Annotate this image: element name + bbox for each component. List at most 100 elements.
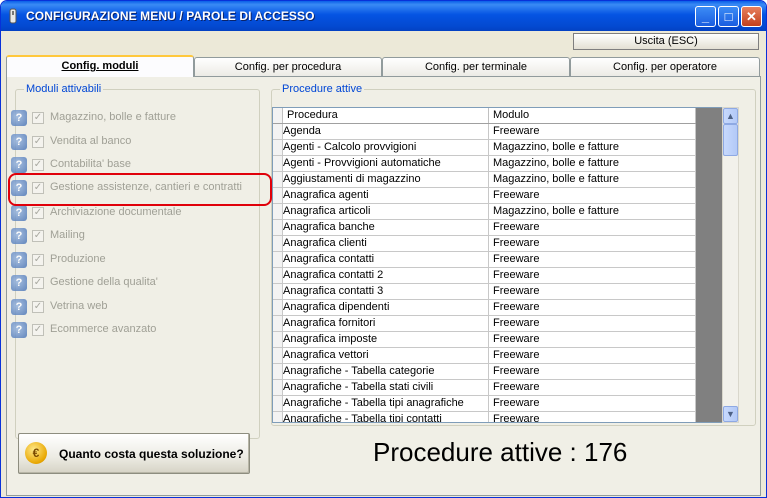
table-row[interactable]: Anagrafiche - Tabella categorie Freeware: [273, 364, 718, 380]
cost-button[interactable]: € Quanto costa questa soluzione?: [18, 433, 250, 474]
help-icon[interactable]: ?: [11, 205, 27, 221]
module-item[interactable]: ? ✓ Vendita al banco: [11, 133, 243, 151]
row-selector[interactable]: [273, 316, 283, 331]
column-header-modulo[interactable]: Modulo: [489, 108, 696, 123]
table-row[interactable]: Anagrafica contatti 2 Freeware: [273, 268, 718, 284]
help-icon[interactable]: ?: [11, 299, 27, 315]
cell-modulo: Freeware: [489, 188, 696, 203]
module-label: Contabilita' base: [50, 158, 131, 170]
table-row[interactable]: Anagrafica fornitori Freeware: [273, 316, 718, 332]
module-checkbox[interactable]: ✓: [32, 159, 44, 171]
row-selector[interactable]: [273, 284, 283, 299]
cell-procedura: Anagrafica articoli: [283, 204, 489, 219]
header-corner: [273, 108, 283, 123]
table-row[interactable]: Anagrafiche - Tabella tipi contatti Freew…: [273, 412, 718, 422]
module-label: Produzione: [50, 253, 106, 265]
module-checkbox[interactable]: ✓: [32, 136, 44, 148]
table-row[interactable]: Agenti - Provvigioni automatiche Magazzin…: [273, 156, 718, 172]
row-selector[interactable]: [273, 268, 283, 283]
table-row[interactable]: Aggiustamenti di magazzino Magazzino, bol…: [273, 172, 718, 188]
tab-strip: Config. moduli Config. per procedura Con…: [6, 55, 761, 77]
column-header-procedura[interactable]: Procedura: [283, 108, 489, 123]
module-checkbox[interactable]: ✓: [32, 254, 44, 266]
module-item[interactable]: ? ✓ Gestione della qualita': [11, 274, 243, 292]
table-row[interactable]: Anagrafica contatti 3 Freeware: [273, 284, 718, 300]
row-selector[interactable]: [273, 332, 283, 347]
row-selector[interactable]: [273, 220, 283, 235]
cell-procedura: Anagrafiche - Tabella stati civili: [283, 380, 489, 395]
row-selector[interactable]: [273, 396, 283, 411]
scroll-down-arrow-icon[interactable]: ▼: [723, 406, 738, 422]
row-selector[interactable]: [273, 236, 283, 251]
cell-procedura: Anagrafica banche: [283, 220, 489, 235]
row-selector[interactable]: [273, 156, 283, 171]
row-selector[interactable]: [273, 364, 283, 379]
cell-modulo: Freeware: [489, 316, 696, 331]
row-selector[interactable]: [273, 204, 283, 219]
module-item[interactable]: ? ✓ Produzione: [11, 251, 243, 269]
help-icon[interactable]: ?: [11, 228, 27, 244]
module-label: Vetrina web: [50, 300, 108, 312]
exit-button[interactable]: Uscita (ESC): [573, 33, 759, 50]
table-row[interactable]: Anagrafiche - Tabella tipi anagrafiche Fr…: [273, 396, 718, 412]
close-button[interactable]: ✕: [741, 6, 762, 27]
module-checkbox[interactable]: ✓: [32, 207, 44, 219]
row-selector[interactable]: [273, 348, 283, 363]
tab-config-procedura[interactable]: Config. per procedura: [194, 57, 382, 76]
row-selector[interactable]: [273, 124, 283, 139]
module-item[interactable]: ? ✓ Magazzino, bolle e fatture: [11, 109, 243, 127]
help-icon[interactable]: ?: [11, 275, 27, 291]
module-item[interactable]: ? ✓ Contabilita' base: [11, 156, 243, 174]
module-checkbox[interactable]: ✓: [32, 277, 44, 289]
help-icon[interactable]: ?: [11, 157, 27, 173]
cell-modulo: Freeware: [489, 220, 696, 235]
tab-config-terminale[interactable]: Config. per terminale: [382, 57, 570, 76]
help-icon[interactable]: ?: [11, 134, 27, 150]
row-selector[interactable]: [273, 188, 283, 203]
maximize-button[interactable]: □: [718, 6, 739, 27]
scrollbar-thumb[interactable]: [723, 124, 738, 156]
row-selector[interactable]: [273, 172, 283, 187]
row-selector[interactable]: [273, 140, 283, 155]
module-checkbox[interactable]: ✓: [32, 301, 44, 313]
tab-config-moduli[interactable]: Config. moduli: [6, 55, 194, 77]
module-checkbox[interactable]: ✓: [32, 230, 44, 242]
table-row[interactable]: Anagrafiche - Tabella stati civili Freewa…: [273, 380, 718, 396]
table-row[interactable]: Anagrafica clienti Freeware: [273, 236, 718, 252]
cell-procedura: Anagrafica contatti: [283, 252, 489, 267]
cell-modulo: Magazzino, bolle e fatture: [489, 204, 696, 219]
row-selector[interactable]: [273, 412, 283, 422]
title-bar[interactable]: CONFIGURAZIONE MENU / PAROLE DI ACCESSO …: [1, 1, 766, 31]
module-item[interactable]: ? ✓ Mailing: [11, 227, 243, 245]
table-row[interactable]: Agenti - Calcolo provvigioni Magazzino, b…: [273, 140, 718, 156]
row-selector[interactable]: [273, 300, 283, 315]
table-row[interactable]: Anagrafica dipendenti Freeware: [273, 300, 718, 316]
minimize-button[interactable]: _: [695, 6, 716, 27]
row-selector[interactable]: [273, 380, 283, 395]
module-item[interactable]: ? ✓ Ecommerce avanzato: [11, 321, 243, 339]
table-row[interactable]: Anagrafica banche Freeware: [273, 220, 718, 236]
table-row[interactable]: Agenda Freeware: [273, 124, 718, 140]
module-checkbox[interactable]: ✓: [32, 324, 44, 336]
help-icon[interactable]: ?: [11, 252, 27, 268]
table-row[interactable]: Anagrafica vettori Freeware: [273, 348, 718, 364]
help-icon[interactable]: ?: [11, 110, 27, 126]
tab-config-operatore[interactable]: Config. per operatore: [570, 57, 760, 76]
cell-modulo: Freeware: [489, 332, 696, 347]
procedures-table[interactable]: Procedura Modulo Agenda Freeware Agenti - …: [272, 107, 719, 423]
help-icon[interactable]: ?: [11, 322, 27, 338]
table-row[interactable]: Anagrafica imposte Freeware: [273, 332, 718, 348]
cell-modulo: Freeware: [489, 348, 696, 363]
table-row[interactable]: Anagrafica agenti Freeware: [273, 188, 718, 204]
row-selector[interactable]: [273, 252, 283, 267]
scroll-up-arrow-icon[interactable]: ▲: [723, 108, 738, 124]
cell-modulo: Magazzino, bolle e fatture: [489, 156, 696, 171]
module-label: Magazzino, bolle e fatture: [50, 111, 176, 123]
module-item[interactable]: ? ✓ Archiviazione documentale: [11, 204, 243, 222]
module-item[interactable]: ? ✓ Vetrina web: [11, 298, 243, 316]
main-window: CONFIGURAZIONE MENU / PAROLE DI ACCESSO …: [0, 0, 767, 498]
table-row[interactable]: Anagrafica articoli Magazzino, bolle e fa…: [273, 204, 718, 220]
vertical-scrollbar[interactable]: ▲ ▼: [722, 107, 739, 423]
table-row[interactable]: Anagrafica contatti Freeware: [273, 252, 718, 268]
module-checkbox[interactable]: ✓: [32, 112, 44, 124]
